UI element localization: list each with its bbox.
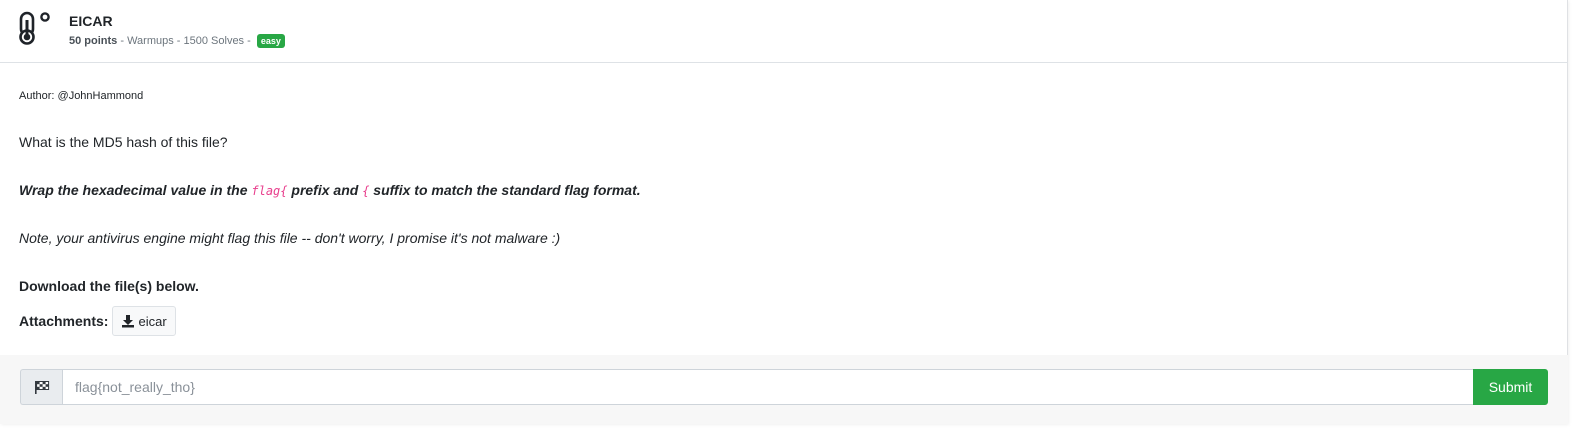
thermometer-icon (19, 11, 50, 45)
attachments-row: Attachments: eicar (19, 306, 176, 336)
challenge-meta: 50 points - Warmups - 1500 Solves - easy (69, 34, 285, 48)
prefix-code: flag{ (251, 184, 288, 198)
attachment-name: eicar (138, 313, 167, 329)
wrap-text: Wrap the hexadecimal value in the (19, 182, 252, 198)
checkered-flag-icon (34, 381, 49, 394)
author-line: Author: @JohnHammond (19, 90, 144, 102)
flag-input-group: Submit (20, 369, 1548, 405)
challenge-category: Warmups (127, 35, 174, 47)
difficulty-badge: easy (256, 34, 285, 48)
challenge-header: EICAR 50 points - Warmups - 1500 Solves … (0, 0, 1568, 63)
question-text: What is the MD5 hash of this file? (19, 134, 228, 150)
submission-area: Submit (0, 355, 1568, 424)
meta-separator: - (173, 35, 184, 47)
download-heading: Download the file(s) below. (19, 278, 199, 294)
flag-input[interactable] (62, 369, 1473, 405)
note-text: Note, your antivirus engine might flag t… (19, 230, 561, 246)
meta-separator: - (244, 35, 254, 47)
flag-input-prepend (20, 369, 62, 405)
attachments-label: Attachments: (19, 313, 109, 329)
attachment-eicar-button[interactable]: eicar (112, 306, 176, 336)
meta-separator: - (117, 35, 128, 47)
challenge-card: EICAR 50 points - Warmups - 1500 Solves … (0, 0, 1568, 424)
challenge-title: EICAR (69, 13, 113, 29)
wrap-instructions: Wrap the hexadecimal value in the flag{ … (19, 182, 641, 198)
wrap-text: prefix and (287, 182, 363, 198)
challenge-solves: 1500 Solves (183, 35, 245, 47)
download-icon (122, 315, 135, 328)
challenge-points: 50 points (69, 35, 118, 47)
submit-button[interactable]: Submit (1473, 369, 1548, 405)
wrap-text: suffix to match the standard flag format… (369, 182, 641, 198)
